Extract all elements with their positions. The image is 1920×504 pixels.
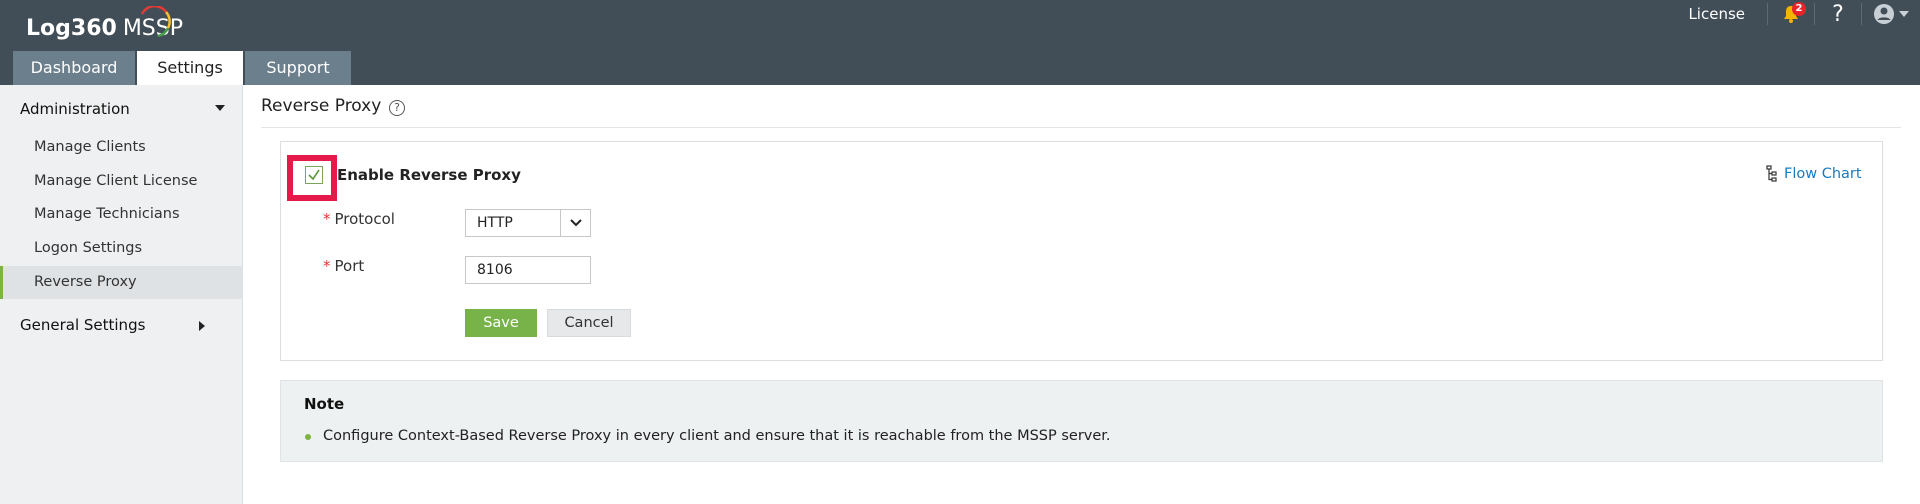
caret-down-icon xyxy=(215,105,225,111)
port-input[interactable] xyxy=(465,256,591,284)
required-asterisk: * xyxy=(323,210,331,228)
sidebar-section-label: General Settings xyxy=(20,316,146,334)
sidebar: Administration Manage Clients Manage Cli… xyxy=(0,85,243,504)
save-button[interactable]: Save xyxy=(465,309,537,337)
divider xyxy=(261,127,1901,128)
notifications-button[interactable]: 2 xyxy=(1768,0,1814,28)
sidebar-section-label: Administration xyxy=(20,100,130,118)
tab-settings[interactable]: Settings xyxy=(137,51,243,85)
enable-reverse-proxy-checkbox[interactable] xyxy=(305,166,323,184)
top-right-toolbar: License 2 ? xyxy=(1688,0,1920,28)
sidebar-item-manage-client-license[interactable]: Manage Client License xyxy=(0,165,243,198)
note-title: Note xyxy=(304,395,345,413)
protocol-label-text: Protocol xyxy=(334,210,395,228)
port-label-text: Port xyxy=(334,257,365,275)
enable-reverse-proxy-label: Enable Reverse Proxy xyxy=(337,166,521,184)
note-panel xyxy=(280,380,1883,462)
flow-chart-link[interactable]: Flow Chart xyxy=(1766,165,1862,183)
notification-badge: 2 xyxy=(1792,2,1806,16)
help-circle-icon[interactable]: ? xyxy=(389,100,405,116)
caret-right-icon xyxy=(199,321,205,331)
chevron-down-icon xyxy=(1899,11,1909,17)
logo-arc-icon xyxy=(140,6,171,38)
required-asterisk: * xyxy=(323,257,331,275)
cancel-button[interactable]: Cancel xyxy=(547,309,631,337)
checkmark-icon xyxy=(308,169,320,181)
top-bar: Log360 MSSP Dashboard Settings Support L… xyxy=(0,0,1920,85)
main-tabs: Dashboard Settings Support xyxy=(13,51,353,85)
help-button[interactable]: ? xyxy=(1815,0,1861,28)
protocol-label: * Protocol xyxy=(323,210,395,228)
license-link[interactable]: License xyxy=(1688,5,1745,23)
logo-main-text: Log360 xyxy=(26,16,117,41)
bullet-icon xyxy=(305,434,311,440)
tab-support[interactable]: Support xyxy=(245,51,351,85)
sidebar-section-administration[interactable]: Administration xyxy=(20,100,225,118)
user-menu-button[interactable] xyxy=(1862,0,1920,28)
note-text: Configure Context-Based Reverse Proxy in… xyxy=(323,428,1111,444)
tab-dashboard[interactable]: Dashboard xyxy=(13,51,135,85)
flow-chart-label: Flow Chart xyxy=(1784,166,1862,182)
page-title: Reverse Proxy xyxy=(261,96,382,116)
sidebar-item-manage-clients[interactable]: Manage Clients xyxy=(0,131,243,164)
chevron-down-icon[interactable] xyxy=(560,210,590,236)
port-label: * Port xyxy=(323,257,364,275)
protocol-select-value: HTTP xyxy=(477,215,513,231)
flow-chart-icon xyxy=(1766,165,1777,182)
sidebar-item-manage-technicians[interactable]: Manage Technicians xyxy=(0,198,243,231)
sidebar-item-logon-settings[interactable]: Logon Settings xyxy=(0,232,243,265)
sidebar-item-reverse-proxy[interactable]: Reverse Proxy xyxy=(0,266,243,299)
sidebar-section-general-settings[interactable]: General Settings xyxy=(20,316,225,334)
protocol-select[interactable]: HTTP xyxy=(465,209,591,237)
user-avatar-icon xyxy=(1874,4,1894,24)
